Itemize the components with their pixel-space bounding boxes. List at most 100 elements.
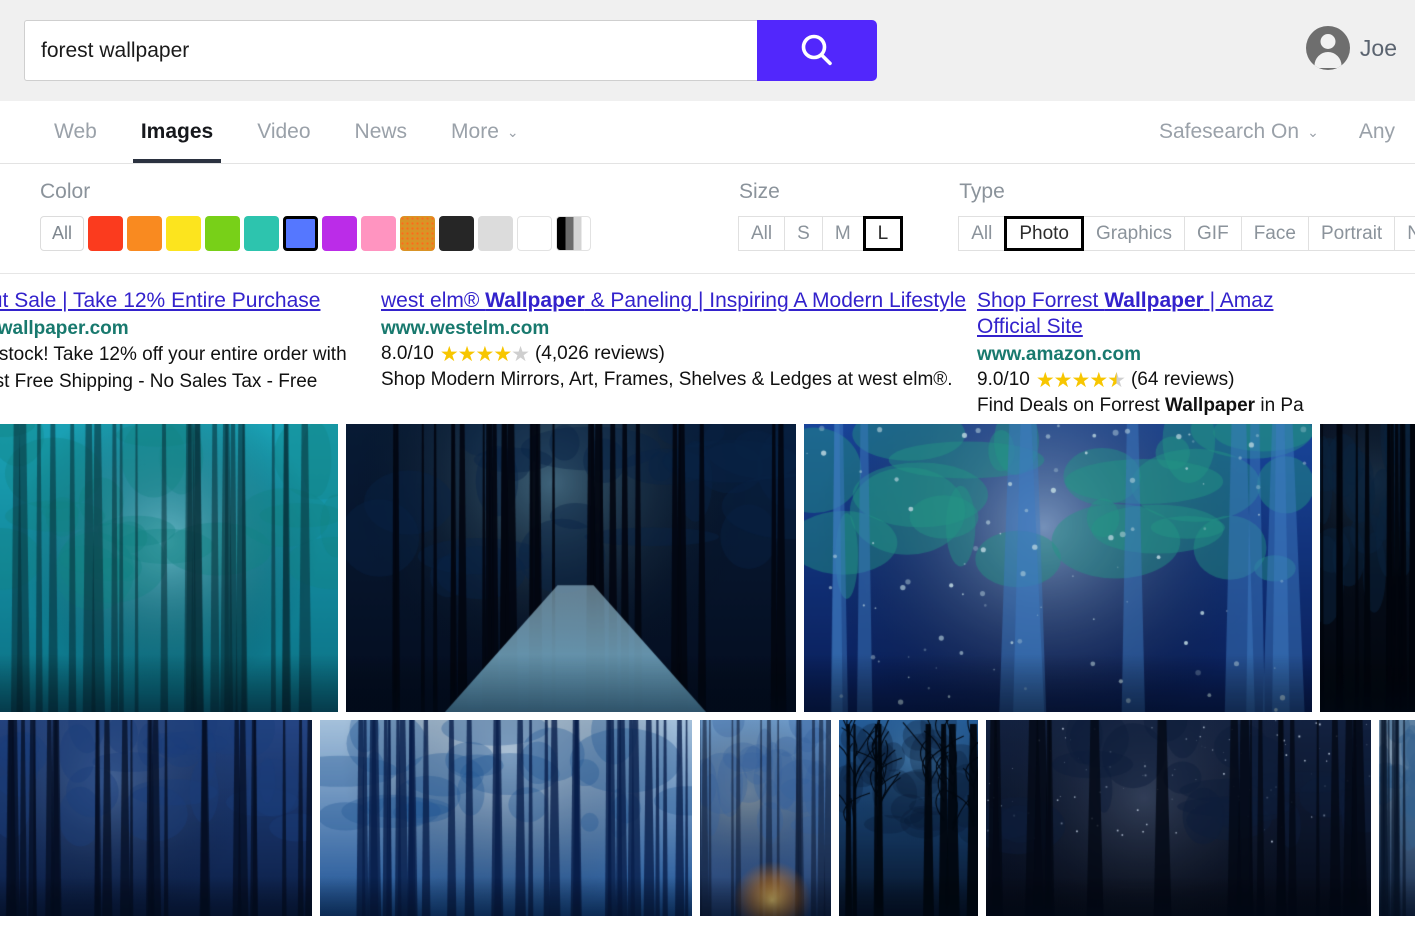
nav-tab-news[interactable]: News [333, 101, 430, 163]
size-option-all[interactable]: All [738, 216, 786, 251]
type-option-all[interactable]: All [958, 216, 1006, 251]
star-icon: ★ [1071, 368, 1090, 392]
nav-tab-images[interactable]: Images [119, 101, 235, 163]
image-result-snowy-blue-forest[interactable] [1379, 720, 1415, 916]
image-result-fantasy-glowing-forest[interactable] [804, 424, 1312, 712]
type-option-photo[interactable]: Photo [1004, 216, 1084, 251]
ad-title-link[interactable]: Shop Forrest Wallpaper | Amaz [977, 288, 1407, 314]
filter-bar: Color All Size All S M L Type All Photo Graph… [0, 164, 1415, 274]
nav-options: Safesearch On ⌄ Any [1139, 101, 1415, 163]
image-result-starry-night-forest[interactable] [986, 720, 1371, 916]
ad-url: blindsandwallpaper.com [0, 318, 129, 339]
filter-group-size: Size All S M L [738, 180, 904, 251]
size-option-m[interactable]: M [821, 216, 864, 251]
color-swatch-teal[interactable] [244, 216, 279, 251]
color-swatch-white[interactable] [517, 216, 552, 251]
ad-title-prefix: west elm® [381, 289, 486, 312]
type-option-face[interactable]: Face [1240, 216, 1309, 251]
star-icon: ★ [475, 342, 494, 366]
nav-option-safesearch-on[interactable]: Safesearch On ⌄ [1139, 101, 1339, 163]
size-option-s[interactable]: S [784, 216, 823, 251]
image-thumbnail [1379, 720, 1415, 916]
color-swatch-black[interactable] [439, 216, 474, 251]
nav-tab-web[interactable]: Web [32, 101, 119, 163]
nav-tab-label: More [451, 120, 499, 143]
nav-option-any[interactable]: Any [1339, 101, 1415, 163]
image-thumbnail [0, 424, 338, 712]
avatar-head [1320, 34, 1336, 49]
ad-description-line: Shop Modern Mirrors, Art, Frames, Shelve… [381, 369, 953, 390]
image-row [0, 424, 1415, 712]
image-result-snowy-path-forest[interactable] [346, 424, 796, 712]
image-thumbnail [986, 720, 1371, 916]
color-swatch-blackandwhite[interactable] [556, 216, 591, 251]
search-button[interactable] [757, 20, 877, 81]
ad-title-link[interactable]: d Closeout Sale | Take 12% Entire Purcha… [0, 288, 363, 314]
size-option-l[interactable]: L [862, 216, 904, 251]
type-options: AllPhotoGraphicsGIFFacePortraitNon Portr… [958, 216, 1415, 251]
image-thumbnail [700, 720, 831, 916]
color-swatch-all[interactable]: All [40, 216, 84, 251]
ad-result: Shop Forrest Wallpaper | Amaz Official S… [977, 288, 1407, 424]
color-swatch-orange[interactable] [127, 216, 162, 251]
search-icon [801, 34, 832, 65]
star-rating-icon: ★ ★ ★ ★ ★ [1036, 368, 1126, 392]
ad-review-count: (4,026 reviews) [534, 343, 665, 364]
ad-title-suffix: | Amaz [1203, 289, 1274, 312]
filter-label-color: Color [40, 180, 91, 203]
ad-description-suffix: in Pa [1255, 395, 1304, 416]
image-thumbnail [839, 720, 978, 916]
star-icon: ★ [493, 342, 512, 366]
star-icon: ★ [511, 342, 530, 366]
avatar-body [1314, 52, 1342, 68]
type-option-gif[interactable]: GIF [1184, 216, 1242, 251]
nav-tab-video[interactable]: Video [235, 101, 332, 163]
image-row [0, 720, 1415, 916]
image-result-bright-pine-forest[interactable] [320, 720, 692, 916]
color-swatch-purple[interactable] [322, 216, 357, 251]
color-swatch-gray[interactable] [478, 216, 513, 251]
search-input[interactable] [24, 20, 757, 81]
star-icon: ★ [1089, 368, 1108, 392]
filter-group-color: Color All [40, 180, 591, 251]
ad-title-line2[interactable]: Official Site [977, 314, 1407, 340]
filter-label-type: Type [959, 180, 1005, 203]
size-options: All S M L [738, 216, 904, 251]
ad-results: d Closeout Sale | Take 12% Entire Purcha… [0, 274, 1415, 424]
color-swatch-red[interactable] [88, 216, 123, 251]
type-option-portrait[interactable]: Portrait [1307, 216, 1396, 251]
image-result-dark-blue-forest-edge[interactable] [1320, 424, 1415, 712]
nav-tab-more[interactable]: More ⌄ [429, 101, 541, 163]
type-option-graphics[interactable]: Graphics [1083, 216, 1186, 251]
image-thumbnail [804, 424, 1312, 712]
color-swatch-pink[interactable] [361, 216, 396, 251]
color-swatch-blue[interactable] [283, 216, 318, 251]
color-swatch-brown[interactable] [400, 216, 435, 251]
color-swatch-green[interactable] [205, 216, 240, 251]
ad-description-line: ng out our stock! Take 12% off your enti… [0, 344, 347, 365]
ad-description-prefix: Find Deals on Forrest [977, 395, 1165, 416]
star-rating-icon: ★ ★ ★ ★ ★ [439, 342, 530, 366]
ad-rating-score: 8.0/10 [381, 343, 434, 364]
image-results-grid [0, 424, 1415, 916]
account-menu[interactable]: Joe [1305, 26, 1397, 70]
account-name: Joe [1359, 34, 1397, 61]
star-icon: ★ [439, 342, 459, 366]
avatar [1305, 26, 1350, 70]
chevron-down-icon: ⌄ [1307, 124, 1319, 140]
image-result-blue-tree-trunks[interactable] [0, 720, 312, 916]
star-icon: ★ [457, 342, 477, 366]
image-result-teal-sunbeam-forest[interactable] [0, 424, 338, 712]
ad-title-link[interactable]: west elm® Wallpaper & Paneling | Inspiri… [381, 288, 977, 314]
filter-label-size: Size [739, 180, 780, 203]
image-result-bare-trees-blue[interactable] [839, 720, 978, 916]
ad-rating-score: 9.0/10 [977, 369, 1030, 390]
ad-url: www.westelm.com [381, 318, 550, 339]
image-result-misty-forest-fire[interactable] [700, 720, 831, 916]
image-thumbnail [0, 720, 312, 916]
color-swatch-yellow[interactable] [166, 216, 201, 251]
page-header: Joe [0, 0, 1415, 101]
image-thumbnail [346, 424, 796, 712]
ad-title-keyword: Wallpaper [1104, 289, 1204, 312]
type-option-non-portrait[interactable]: Non Portrait [1394, 216, 1415, 251]
